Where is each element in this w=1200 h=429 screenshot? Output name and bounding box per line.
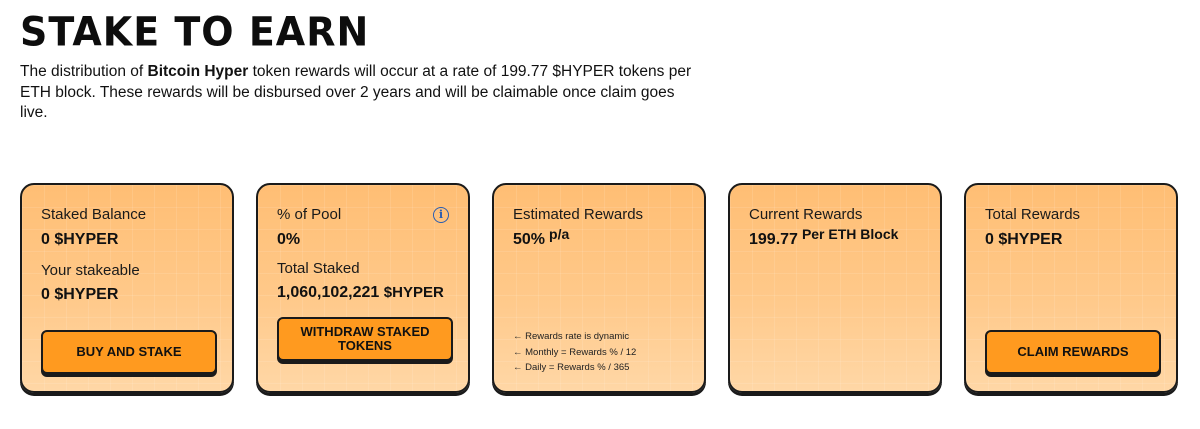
claim-rewards-button[interactable]: CLAIM REWARDS — [985, 330, 1161, 374]
estimated-rewards-value: 50% p/a — [513, 226, 569, 249]
current-rewards-label: Current Rewards — [749, 206, 863, 223]
total-rewards-label: Total Rewards — [985, 206, 1081, 223]
buy-and-stake-button[interactable]: BUY AND STAKE — [41, 330, 217, 374]
card-pool: % of Pool i 0% Total Staked 1,060,102,22… — [256, 183, 470, 393]
staked-balance-label: Staked Balance — [41, 206, 147, 223]
total-staked-value: 1,060,102,221 $HYPER — [277, 284, 444, 302]
card-current-rewards: Current Rewards 199.77 Per ETH Block — [728, 183, 942, 393]
estimated-rewards-percent: 50% — [513, 231, 546, 248]
intro-text: The distribution of Bitcoin Hyper token … — [20, 62, 700, 124]
estimated-rewards-suffix: p/a — [549, 226, 570, 242]
intro-prefix: The distribution of — [20, 63, 148, 80]
withdraw-staked-tokens-button[interactable]: WITHDRAW STAKED TOKENS — [277, 317, 453, 361]
estimated-rewards-label: Estimated Rewards — [513, 206, 644, 223]
total-staked-label: Total Staked — [277, 260, 360, 277]
rewards-note: ← Rewards rate is dynamic — [513, 331, 630, 342]
page-title: STAKE TO EARN — [20, 8, 370, 56]
pool-percent-value: 0% — [277, 231, 301, 248]
info-icon[interactable]: i — [433, 207, 449, 223]
card-estimated-rewards: Estimated Rewards 50% p/a ← Rewards rate … — [492, 183, 706, 393]
rewards-note: ← Monthly = Rewards % / 12 — [513, 346, 637, 358]
staked-balance-value: 0 $HYPER — [41, 231, 119, 248]
current-rewards-suffix: Per ETH Block — [801, 226, 899, 242]
current-rewards-value: 199.77 Per ETH Block — [749, 226, 898, 249]
rewards-notes: ← Rewards rate is dynamic ← Monthly = Re… — [513, 329, 636, 376]
pool-percent-label: % of Pool — [277, 206, 342, 223]
current-rewards-number: 199.77 — [749, 231, 798, 248]
total-staked-number: 1,060,102,221 — [277, 284, 380, 301]
rewards-note: ← Daily = Rewards % / 365 — [513, 362, 630, 373]
card-staked-balance: Staked Balance 0 $HYPER Your stakeable 0… — [20, 183, 234, 393]
stakeable-label: Your stakeable — [41, 262, 140, 279]
stakeable-value: 0 $HYPER — [41, 286, 119, 303]
total-staked-unit: $HYPER — [383, 284, 444, 301]
total-rewards-value: 0 $HYPER — [985, 231, 1063, 248]
intro-bold-brand: Bitcoin Hyper — [147, 63, 249, 80]
card-total-rewards: Total Rewards 0 $HYPER CLAIM REWARDS — [964, 183, 1178, 393]
